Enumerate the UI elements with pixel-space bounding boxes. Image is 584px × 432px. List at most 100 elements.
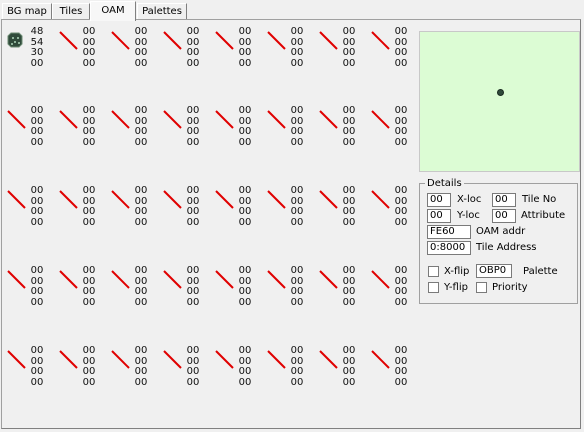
sprite-value: 00	[394, 47, 408, 58]
oam-sprite-slot[interactable]: 00 00 00 00	[5, 345, 57, 394]
sprite-value: 00	[342, 206, 356, 217]
tab-tiles[interactable]: Tiles	[52, 3, 90, 20]
oam-sprite-slot[interactable]: 00 00 00 00	[213, 345, 265, 394]
sprite-values: 00 00 00 00	[231, 345, 259, 388]
oam-sprite-slot[interactable]: 00 00 00 00	[317, 26, 369, 75]
yflip-label: Y-flip	[444, 282, 468, 293]
oam-sprite-slot[interactable]: 00 00 00 00	[265, 105, 317, 154]
sprite-values: 48 54 30 00	[23, 26, 51, 69]
oam-sprite-slot[interactable]: 00 00 00 00	[57, 265, 109, 314]
sprite-value: 00	[290, 136, 304, 148]
sprite-value: 00	[342, 345, 356, 356]
sprite-values: 00 00 00 00	[75, 105, 103, 148]
yloc-field[interactable]: 00	[427, 209, 451, 223]
oam-sprite-slot[interactable]: 00 00 00 00	[369, 185, 421, 234]
tab-palettes[interactable]: Palettes	[137, 3, 187, 20]
oam-sprite-slot[interactable]: 00 00 00 00	[161, 105, 213, 154]
sprite-value: 00	[82, 26, 96, 37]
oam-sprite-slot[interactable]: 00 00 00 00	[5, 105, 57, 154]
oam-sprite-slot[interactable]: 00 00 00 00	[161, 185, 213, 234]
sprite-values: 00 00 00 00	[75, 265, 103, 308]
sprite-values: 00 00 00 00	[231, 185, 259, 228]
sprite-position-dot-icon	[497, 89, 504, 96]
sprite-value: 00	[134, 26, 148, 37]
sprite-value: 00	[186, 345, 200, 356]
oam-sprite-slot[interactable]: 00 00 00 00	[109, 185, 161, 234]
sprite-value: 00	[82, 376, 96, 388]
attribute-field[interactable]: 00	[492, 209, 516, 223]
sprite-value: 00	[394, 206, 408, 217]
sprite-value: 00	[134, 265, 148, 276]
oam-sprite-slot[interactable]: 00 00 00 00	[213, 185, 265, 234]
sprite-values: 00 00 00 00	[283, 345, 311, 388]
oam-sprite-slot[interactable]: 00 00 00 00	[265, 345, 317, 394]
oam-sprite-slot[interactable]: 00 00 00 00	[317, 105, 369, 154]
oam-addr-field[interactable]: FE60	[427, 225, 471, 239]
sprite-value: 00	[342, 136, 356, 148]
sprite-value: 00	[342, 366, 356, 377]
xflip-checkbox[interactable]	[428, 266, 439, 277]
oam-sprite-slot[interactable]: 00 00 00 00	[265, 265, 317, 314]
palette-field[interactable]: OBP0	[476, 264, 512, 278]
oam-sprite-slot[interactable]: 00 00 00 00	[369, 105, 421, 154]
sprite-value: 00	[186, 216, 200, 228]
sprite-value: 00	[290, 105, 304, 116]
oam-sprite-slot[interactable]: 00 00 00 00	[317, 345, 369, 394]
oam-sprite-slot[interactable]: 00 00 00 00	[109, 345, 161, 394]
sprite-values: 00 00 00 00	[283, 265, 311, 308]
oam-sprite-slot[interactable]: 00 00 00 00	[57, 26, 109, 75]
sprite-value: 00	[394, 57, 408, 69]
sprite-value: 00	[30, 366, 44, 377]
sprite-value: 00	[82, 216, 96, 228]
sprite-value: 00	[134, 366, 148, 377]
oam-sprite-slot[interactable]: 00 00 00 00	[265, 185, 317, 234]
sprite-value: 00	[134, 57, 148, 69]
tile-no-field[interactable]: 00	[492, 193, 516, 207]
oam-sprite-slot[interactable]: 00 00 00 00	[213, 26, 265, 75]
sprite-value: 00	[30, 185, 44, 196]
sprite-value: 00	[30, 136, 44, 148]
oam-sprite-slot[interactable]: 00 00 00 00	[369, 265, 421, 314]
tab-bg-map[interactable]: BG map	[2, 3, 52, 20]
sprite-value: 00	[290, 265, 304, 276]
oam-sprite-slot[interactable]: 00 00 00 00	[213, 105, 265, 154]
oam-sprite-slot[interactable]: 00 00 00 00	[161, 26, 213, 75]
sprite-value: 00	[186, 265, 200, 276]
oam-sprite-slot[interactable]: 00 00 00 00	[213, 265, 265, 314]
oam-sprite-slot[interactable]: 00 00 00 00	[161, 265, 213, 314]
xflip-label: X-flip	[444, 266, 470, 277]
oam-sprite-slot[interactable]: 00 00 00 00	[57, 105, 109, 154]
oam-sprite-slot[interactable]: 00 00 00 00	[109, 26, 161, 75]
sprite-values: 00 00 00 00	[127, 345, 155, 388]
tab-oam[interactable]: OAM	[90, 1, 136, 21]
oam-sprite-slot[interactable]: 00 00 00 00	[317, 265, 369, 314]
sprite-value: 00	[186, 47, 200, 58]
sprite-values: 00 00 00 00	[283, 105, 311, 148]
sprite-value: 00	[342, 26, 356, 37]
oam-sprite-slot[interactable]: 00 00 00 00	[161, 345, 213, 394]
oam-sprite-slot[interactable]: 00 00 00 00	[5, 265, 57, 314]
oam-sprite-slot[interactable]: 00 00 00 00	[369, 26, 421, 75]
priority-checkbox[interactable]	[476, 282, 487, 293]
oam-sprite-slot[interactable]: 00 00 00 00	[369, 345, 421, 394]
oam-sprite-slot[interactable]: 00 00 00 00	[57, 185, 109, 234]
oam-sprite-slot[interactable]: 00 00 00 00	[5, 185, 57, 234]
oam-preview[interactable]	[419, 31, 580, 172]
oam-sprite-slot[interactable]: 00 00 00 00	[109, 265, 161, 314]
xloc-field[interactable]: 00	[427, 193, 451, 207]
tile-address-field[interactable]: 0:8000	[427, 241, 471, 255]
sprite-values: 00 00 00 00	[179, 345, 207, 388]
oam-sprite-slot[interactable]: 00 00 00 00	[317, 185, 369, 234]
oam-sprite-slot[interactable]: 00 00 00 00	[265, 26, 317, 75]
sprite-value: 00	[394, 376, 408, 388]
oam-sprite-slot[interactable]: 48 54 30 00	[5, 26, 57, 75]
oam-sprite-slot[interactable]: 00 00 00 00	[57, 345, 109, 394]
oam-sprite-slot[interactable]: 00 00 00 00	[109, 105, 161, 154]
yflip-checkbox[interactable]	[428, 282, 439, 293]
sprite-value: 00	[290, 376, 304, 388]
sprite-values: 00 00 00 00	[387, 105, 415, 148]
sprite-values: 00 00 00 00	[179, 185, 207, 228]
sprite-value: 00	[342, 105, 356, 116]
sprite-value: 00	[134, 185, 148, 196]
sprite-value: 00	[342, 216, 356, 228]
